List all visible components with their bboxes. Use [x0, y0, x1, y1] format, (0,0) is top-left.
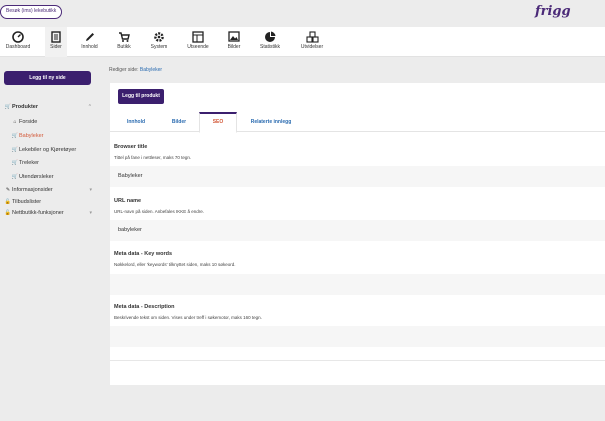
layout-icon [186, 27, 210, 44]
tab-seo[interactable]: SEO [199, 112, 237, 133]
toolbar-utseende[interactable]: Utseende [186, 27, 210, 57]
sidebar-item-lekebiler[interactable]: 🛒Lekebiler og Kjøretøyer [11, 145, 99, 155]
toolbar-statistikk-label: Statistikk [259, 44, 280, 50]
sidebar-item-label: Informasjonsider [12, 187, 53, 193]
tab-bilder[interactable]: Bilder [158, 112, 200, 132]
lock-icon: 🔓 [4, 199, 12, 205]
url-name-help: URL-navn på siden. Anbefales IKKE å endr… [114, 209, 205, 214]
toolbar-system-label: System [150, 44, 168, 50]
toolbar-utseende-label: Utseende [187, 44, 209, 50]
browser-title-input[interactable]: Babyleker [110, 166, 605, 187]
meta-description-help: Beskrivende tekst om siden. Vises under … [114, 315, 262, 320]
sidebar-item-informasjonsider[interactable]: ✎ Informasjonsider ▾ [4, 185, 92, 195]
toolbar-innhold-label: Innhold [81, 44, 98, 50]
pencil-icon: ✎ [5, 187, 11, 193]
toolbar-utvidelser[interactable]: Utvidelser [297, 27, 327, 57]
puzzle-icon [297, 27, 327, 44]
meta-keywords-input[interactable] [110, 274, 605, 295]
sidebar-item-tilbudslister[interactable]: 🔓Tilbudslister [4, 197, 92, 207]
toolbar-butikk-label: Butikk [117, 44, 131, 50]
chevron-down-icon: ▾ [89, 187, 92, 193]
cart-icon: 🛒 [11, 147, 19, 153]
browser-title-label: Browser title [114, 144, 148, 150]
toolbar-dashboard[interactable]: Dashboard [0, 27, 36, 57]
tab-bar: Innhold Bilder SEO Relaterte innlegg [110, 112, 605, 133]
sidebar-item-label: Treleker [19, 160, 39, 166]
lock-icon: 🔓 [4, 210, 12, 216]
sidebar-item-produkter[interactable]: 🛒Produkter ⌃ [4, 102, 92, 112]
sidebar-item-label: Produkter [12, 104, 38, 110]
sidebar-item-label: Utendørsleker [19, 174, 54, 180]
cart-icon: 🛒 [11, 160, 19, 166]
breadcrumb-link[interactable]: Babyleker [140, 67, 162, 73]
sidebar-item-nettbutikk[interactable]: 🔓Nettbutikk-funksjoner ▾ [4, 208, 92, 218]
visit-store-button[interactable]: Besøk (ims) lekebutikk [0, 5, 63, 19]
main-toolbar: Dashboard Sider Innhold Butikk System Ut… [0, 27, 605, 57]
sidebar-item-label: Forside [19, 119, 38, 125]
dashboard-icon [0, 27, 36, 44]
breadcrumb: Rediger side: Babyleker [109, 67, 162, 73]
sidebar-item-label: Nettbutikk-funksjoner [12, 210, 64, 216]
meta-description-label: Meta data - Description [114, 304, 175, 310]
pages-icon [45, 27, 67, 44]
toolbar-butikk[interactable]: Butikk [113, 27, 135, 57]
cart-icon: 🛒 [11, 174, 19, 180]
cart-icon: 🛒 [11, 133, 19, 139]
top-bar: Besøk (ims) lekebutikk frigg [0, 0, 605, 27]
edit-page-panel: Legg til produkt Innhold Bilder SEO Rela… [110, 83, 605, 385]
meta-keywords-label: Meta data - Key words [114, 251, 173, 257]
url-name-label: URL name [114, 198, 142, 204]
toolbar-statistikk[interactable]: Statistikk [257, 27, 283, 57]
toolbar-dashboard-label: Dashboard [5, 44, 31, 50]
image-icon [224, 27, 244, 44]
sidebar-item-label: Babyleker [19, 133, 44, 139]
sidebar-item-babyleker[interactable]: 🛒Babyleker [11, 131, 99, 141]
meta-keywords-help: Nøkkelord, eller 'keywords' tilknyttet s… [114, 262, 236, 267]
toolbar-system[interactable]: System [148, 27, 170, 57]
add-new-page-button[interactable]: Legg til ny side [4, 71, 91, 85]
home-icon: ⌂ [13, 119, 17, 125]
tab-relaterte-innlegg[interactable]: Relaterte innlegg [240, 112, 302, 132]
pie-chart-icon [257, 27, 283, 44]
toolbar-sider[interactable]: Sider [45, 27, 67, 57]
toolbar-utvidelser-label: Utvidelser [300, 44, 324, 50]
breadcrumb-prefix: Rediger side: [109, 67, 139, 73]
browser-title-help: Tittel på fane i nettleser, maks 70 tegn… [114, 155, 192, 160]
chevron-up-icon: ⌃ [87, 104, 92, 110]
sidebar-item-label: Tilbudslister [12, 199, 42, 205]
gear-icon [148, 27, 170, 44]
toolbar-bilder[interactable]: Bilder [224, 27, 244, 57]
chevron-down-icon: ▾ [89, 210, 92, 216]
url-name-input[interactable]: babyleker [110, 220, 605, 241]
sidebar-item-treleker[interactable]: 🛒Treleker [11, 158, 99, 168]
meta-description-input[interactable] [110, 326, 605, 347]
toolbar-bilder-label: Bilder [227, 44, 241, 50]
sidebar-item-label: Lekebiler og Kjøretøyer [19, 147, 77, 153]
sidebar: Legg til ny side 🛒Produkter ⌃ ⌂ Forside 🛒… [0, 57, 100, 421]
cart-icon [113, 27, 135, 44]
cart-icon: 🛒 [4, 104, 12, 110]
frigg-logo: frigg [535, 4, 571, 19]
add-product-button[interactable]: Legg til produkt [118, 89, 164, 104]
sidebar-item-forside[interactable]: ⌂ Forside [11, 117, 99, 127]
sidebar-item-utendorsleker[interactable]: 🛒Utendørsleker [11, 172, 99, 182]
divider [110, 360, 605, 361]
toolbar-innhold[interactable]: Innhold [77, 27, 102, 57]
toolbar-sider-label: Sider [50, 44, 62, 50]
tab-innhold[interactable]: Innhold [114, 112, 158, 132]
pencil-icon [77, 27, 102, 44]
